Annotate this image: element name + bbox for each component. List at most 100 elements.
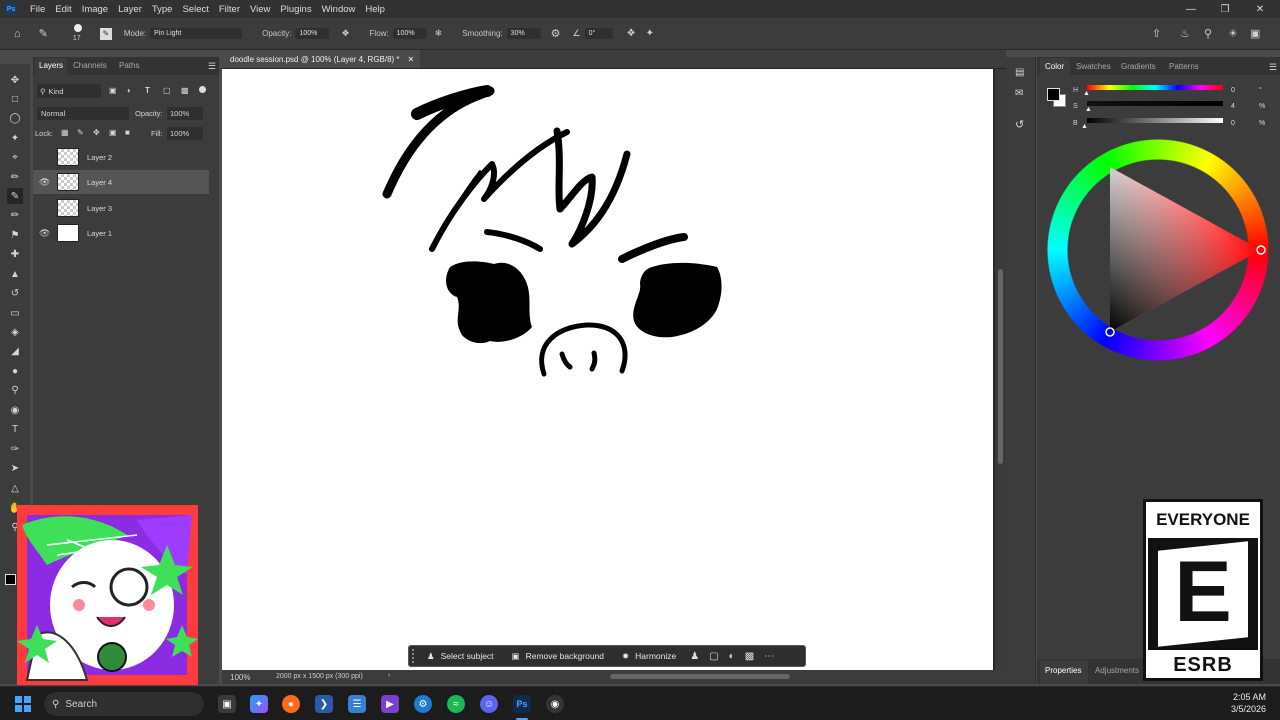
filter-smart-object-icon[interactable]: ▩ [181, 86, 189, 95]
filter-type-icon[interactable]: T [145, 86, 150, 95]
tab-gradients[interactable]: Gradients [1121, 62, 1156, 71]
transform-icon[interactable]: ▢ [704, 651, 723, 662]
hue-slider-handle-icon[interactable]: ▲ [1083, 90, 1090, 97]
menu-type[interactable]: Type [147, 4, 178, 15]
smoothing-field[interactable]: 30% [506, 28, 541, 39]
pen-tool-icon[interactable]: ✑ [7, 441, 23, 457]
restore-icon[interactable]: ❐ [1208, 0, 1242, 18]
foreground-color-swatch[interactable] [5, 574, 16, 585]
remove-background-button[interactable]: ▣ Remove background [503, 646, 613, 666]
mode-select[interactable]: Pin Light [150, 28, 243, 39]
scrollbar-thumb[interactable] [998, 269, 1003, 464]
panel-menu-icon[interactable]: ☰ [208, 61, 216, 72]
home-icon[interactable]: ⌂ [14, 28, 21, 40]
zoom-level[interactable]: 100% [230, 673, 250, 682]
pressure-opacity-icon[interactable]: ❖ [341, 28, 349, 39]
crop-tool-icon[interactable]: ⌖ [7, 149, 23, 165]
filter-adjustment-icon[interactable]: ◐ [127, 86, 132, 95]
brightness-slider[interactable] [1087, 118, 1223, 123]
powershell-icon[interactable]: ❯ [315, 695, 333, 713]
healing-tool-icon[interactable]: ✚ [7, 246, 23, 262]
layer-filter-select[interactable]: ⚲ Kind [37, 84, 101, 98]
layer-row-selected[interactable]: 👁 Layer 4 [33, 170, 209, 194]
lock-all-icon[interactable]: ■ [125, 128, 130, 137]
object-select-tool-icon[interactable]: ✦ [7, 130, 23, 146]
status-arrow-icon[interactable]: › [388, 672, 390, 679]
mask-icon[interactable]: ▩ [740, 651, 759, 662]
tab-color[interactable]: Color [1045, 62, 1064, 71]
layer-row[interactable]: 👁 Layer 1 [33, 221, 209, 245]
tab-properties[interactable]: Properties [1045, 666, 1081, 675]
lasso-tool-icon[interactable]: ◯ [7, 110, 23, 126]
lock-artboard-icon[interactable]: ▣ [109, 128, 117, 137]
blend-mode-select[interactable]: Normal [37, 107, 129, 120]
flow-field[interactable]: 100% [392, 28, 427, 39]
close-tab-icon[interactable]: ✕ [408, 55, 415, 64]
type-tool-icon[interactable]: T [7, 421, 23, 437]
more-icon[interactable]: ⋯ [759, 651, 779, 662]
saturation-slider-handle-icon[interactable]: ▲ [1085, 106, 1092, 113]
gradient-tool-icon[interactable]: ◢ [7, 343, 23, 359]
brush-tool-icon[interactable]: ✎ [39, 27, 48, 40]
fill-field[interactable]: 100% [167, 127, 203, 140]
sponge-tool-icon[interactable]: ◉ [7, 402, 23, 418]
move-tool-icon[interactable]: ✥ [7, 72, 23, 88]
bell-icon[interactable]: ♨ [1180, 27, 1190, 40]
menu-layer[interactable]: Layer [113, 4, 147, 15]
filter-toggle-icon[interactable] [199, 86, 206, 93]
windows-start-icon[interactable] [14, 695, 32, 713]
hue-value[interactable]: 0 [1231, 87, 1235, 94]
saturation-value[interactable]: 4 [1231, 103, 1235, 110]
system-clock[interactable]: 2:05 AM 3/5/2026 [1231, 691, 1266, 715]
task-view-icon[interactable]: ▣ [218, 695, 236, 713]
history-icon[interactable]: ↺ [1015, 118, 1024, 131]
brush-preset-picker[interactable]: 17 [70, 21, 86, 47]
brush-settings-icon[interactable]: ✎ [99, 27, 112, 40]
lock-transparent-icon[interactable]: ▦ [61, 128, 69, 137]
close-icon[interactable]: ✕ [1243, 0, 1277, 18]
tab-swatches[interactable]: Swatches [1076, 62, 1111, 71]
copilot-icon[interactable]: ✦ [250, 695, 268, 713]
discord-icon[interactable]: ☺ [480, 695, 498, 713]
tab-channels[interactable]: Channels [73, 61, 107, 70]
marquee-tool-icon[interactable]: □ [7, 91, 23, 107]
blur-tool-icon[interactable]: ● [7, 363, 23, 379]
people-icon[interactable]: ♟ [685, 651, 704, 662]
adjust-icon[interactable]: ◐ [724, 651, 740, 662]
tab-layers[interactable]: Layers [39, 61, 63, 70]
horizontal-scrollbar-thumb[interactable] [610, 674, 790, 679]
brightness-value[interactable]: 0 [1231, 120, 1235, 127]
document-tab[interactable]: doodle session.psd @ 100% (Layer 4, RGB/… [222, 50, 421, 68]
saturation-slider[interactable] [1087, 101, 1223, 106]
path-select-tool-icon[interactable]: ➤ [7, 460, 23, 476]
comments-icon[interactable]: ✉ [1015, 88, 1023, 99]
lock-image-icon[interactable]: ✎ [77, 128, 84, 137]
brush-tool-icon[interactable]: ✎ [7, 188, 23, 204]
menu-image[interactable]: Image [77, 4, 113, 15]
pencil-tool-icon[interactable]: ✏ [7, 207, 23, 223]
search-icon[interactable]: ⚲ [1204, 27, 1212, 40]
eraser-tool-icon[interactable]: ▭ [7, 305, 23, 321]
angle-field[interactable]: 0° [584, 28, 613, 39]
history-brush-tool-icon[interactable]: ↺ [7, 285, 23, 301]
eyedropper-tool-icon[interactable]: ✏ [7, 169, 23, 185]
menu-select[interactable]: Select [177, 4, 213, 15]
visibility-eye-icon[interactable]: 👁 [39, 228, 50, 239]
dodge-tool-icon[interactable]: ⚲ [7, 382, 23, 398]
clone-stamp-tool-icon[interactable]: ⚑ [7, 227, 23, 243]
firefox-icon[interactable]: ● [282, 695, 300, 713]
menu-filter[interactable]: Filter [214, 4, 245, 15]
layer-opacity-field[interactable]: 100% [167, 107, 203, 120]
plugins-icon[interactable]: ▤ [1015, 67, 1024, 78]
discover-icon[interactable]: ☀ [1228, 27, 1238, 40]
tab-paths[interactable]: Paths [119, 61, 139, 70]
hue-slider[interactable] [1087, 85, 1223, 90]
menu-file[interactable]: File [25, 4, 50, 15]
gear-icon[interactable]: ⚙ [551, 27, 561, 40]
filter-shape-icon[interactable]: ▢ [163, 86, 171, 95]
airbrush-icon[interactable]: ❄ [435, 28, 443, 39]
symmetry-icon[interactable]: ✦ [646, 28, 654, 39]
layer-row[interactable]: Layer 3 [33, 196, 209, 220]
filter-pixel-icon[interactable]: ▣ [109, 86, 117, 95]
visibility-eye-icon[interactable]: 👁 [39, 177, 50, 188]
